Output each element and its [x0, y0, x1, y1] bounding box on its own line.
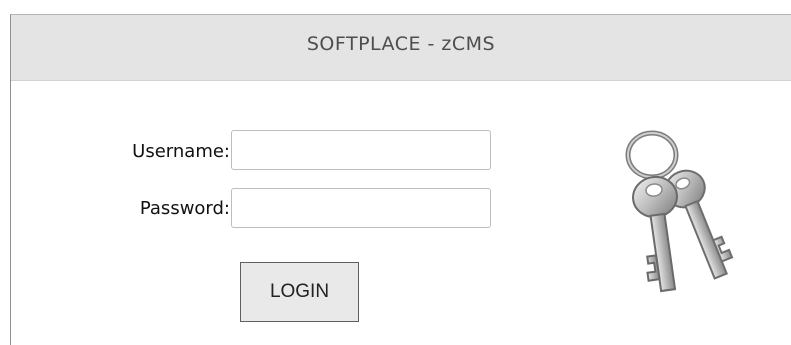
- username-label: Username:: [132, 141, 230, 162]
- password-label: Password:: [139, 198, 230, 219]
- password-field[interactable]: [231, 188, 491, 228]
- keys-icon: [607, 127, 737, 297]
- login-button[interactable]: LOGIN: [240, 262, 359, 322]
- username-field[interactable]: [231, 130, 491, 170]
- title-bar: SOFTPLACE - zCMS: [11, 15, 791, 81]
- page-title: SOFTPLACE - zCMS: [306, 33, 496, 55]
- login-panel: SOFTPLACE - zCMS Username: Password: LOG…: [10, 14, 791, 345]
